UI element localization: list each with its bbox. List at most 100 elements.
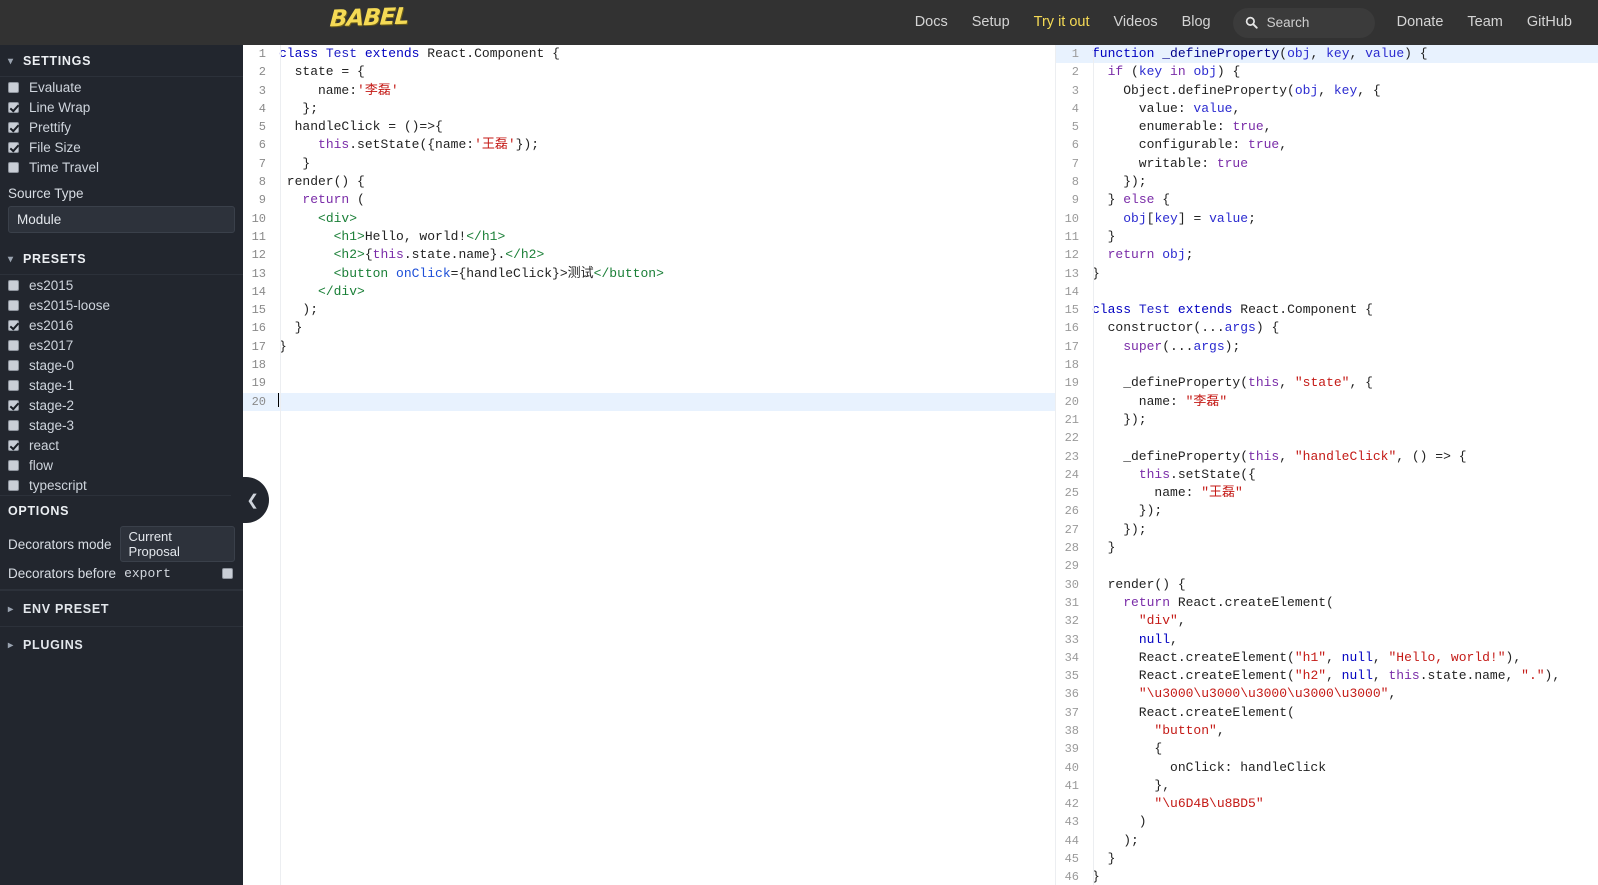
- line-number: 20: [1064, 394, 1079, 409]
- line-number: 32: [1064, 614, 1079, 629]
- section-title-plugins: PLUGINS: [23, 638, 84, 652]
- checkbox-es2015-loose[interactable]: [8, 299, 19, 311]
- setting-line-wrap[interactable]: Line Wrap: [0, 97, 243, 117]
- search-input[interactable]: Search: [1232, 7, 1375, 38]
- code-line: 22: [1056, 429, 1598, 447]
- checkbox-es2015[interactable]: [8, 279, 19, 291]
- preset-label: es2015-loose: [29, 297, 111, 313]
- checkbox-react[interactable]: [8, 439, 19, 451]
- text-cursor: [278, 392, 279, 407]
- setting-evaluate[interactable]: Evaluate: [0, 77, 243, 97]
- section-header-presets[interactable]: ▾ PRESETS: [0, 243, 243, 275]
- nav-link-github[interactable]: GitHub: [1515, 0, 1584, 45]
- line-number: 43: [1064, 815, 1079, 830]
- nav-link-docs[interactable]: Docs: [903, 0, 960, 45]
- search-icon: [1245, 16, 1258, 29]
- section-header-env-preset[interactable]: ▸ ENV PRESET: [0, 590, 243, 626]
- checkbox-prettify[interactable]: [8, 121, 19, 133]
- code-line: 15 );: [243, 301, 1055, 319]
- nav-link-team[interactable]: Team: [1455, 0, 1514, 45]
- code-line: 12 <h2>{this.state.name}.</h2>: [243, 246, 1055, 264]
- line-number: 12: [251, 248, 266, 263]
- checkbox-es2017[interactable]: [8, 339, 19, 351]
- line-number: 2: [258, 65, 266, 80]
- checkbox-decorators-before[interactable]: [222, 568, 233, 579]
- preset-label: es2016: [29, 317, 74, 333]
- section-header-settings[interactable]: ▾ SETTINGS: [0, 45, 243, 77]
- decorators-before-label: Decorators before: [8, 566, 117, 581]
- babel-logo[interactable]: BABEL: [329, 4, 409, 33]
- chevron-down-icon: ▾: [8, 253, 14, 265]
- code-line: 19: [243, 374, 1055, 392]
- code-line: 16 }: [243, 319, 1055, 337]
- code-line: 25 name: "王磊": [1056, 484, 1598, 502]
- checkbox-stage-1[interactable]: [8, 379, 19, 391]
- code-line: 27 });: [1056, 521, 1598, 539]
- code-line: 12 return obj;: [1056, 246, 1598, 264]
- source-type-select[interactable]: Module: [8, 206, 235, 233]
- line-number: 3: [258, 83, 266, 98]
- checkbox-flow[interactable]: [8, 459, 19, 471]
- gutter-divider: [280, 45, 281, 885]
- checkbox-file-size[interactable]: [8, 141, 19, 153]
- line-number: 20: [251, 394, 266, 409]
- preset-es2017[interactable]: es2017: [0, 335, 243, 355]
- preset-es2015[interactable]: es2015: [0, 275, 243, 295]
- line-number: 30: [1064, 577, 1079, 592]
- setting-prettify[interactable]: Prettify: [0, 117, 243, 137]
- line-number: 15: [1064, 303, 1079, 318]
- compiled-output-panel[interactable]: 1 function _defineProperty(obj, key, valu…: [1055, 45, 1598, 885]
- settings-sidebar: ▾ SETTINGS Evaluate Line Wrap Prettify F…: [0, 45, 243, 885]
- line-number: 5: [258, 120, 266, 135]
- search-placeholder: Search: [1266, 15, 1310, 30]
- code-line: 8 });: [1056, 173, 1598, 191]
- code-line-active: 1 function _defineProperty(obj, key, valu…: [1056, 45, 1598, 64]
- settings-options-list: Evaluate Line Wrap Prettify File Size Ti…: [0, 77, 243, 177]
- preset-stage-0[interactable]: stage-0: [0, 355, 243, 375]
- checkbox-time-travel[interactable]: [8, 161, 19, 173]
- checkbox-es2016[interactable]: [8, 319, 19, 331]
- code-line: 40 onClick: handleClick: [1056, 759, 1598, 777]
- code-line: 6 this.setState({name:'王磊'});: [243, 136, 1055, 154]
- preset-stage-3[interactable]: stage-3: [0, 415, 243, 435]
- line-number: 4: [1071, 101, 1079, 116]
- line-number: 10: [251, 211, 266, 226]
- decorators-mode-select[interactable]: Current Proposal: [119, 526, 235, 562]
- setting-time-travel[interactable]: Time Travel: [0, 157, 243, 177]
- code-line: 5 handleClick = ()=>{: [243, 118, 1055, 136]
- line-number: 26: [1064, 504, 1079, 519]
- preset-es2015-loose[interactable]: es2015-loose: [0, 295, 243, 315]
- checkbox-stage-0[interactable]: [8, 359, 19, 371]
- preset-es2016[interactable]: es2016: [0, 315, 243, 335]
- line-number: 17: [251, 339, 266, 354]
- code-line: 2 state = {: [243, 63, 1055, 81]
- checkbox-stage-3[interactable]: [8, 419, 19, 431]
- nav-link-try-it-out[interactable]: Try it out: [1022, 0, 1102, 45]
- preset-react[interactable]: react: [0, 435, 243, 455]
- code-line: 17 super(...args);: [1056, 338, 1598, 356]
- checkbox-stage-2[interactable]: [8, 399, 19, 411]
- nav-link-setup[interactable]: Setup: [960, 0, 1022, 45]
- preset-stage-1[interactable]: stage-1: [0, 375, 243, 395]
- preset-flow[interactable]: flow: [0, 455, 243, 475]
- preset-label: flow: [29, 457, 54, 473]
- line-number: 29: [1064, 559, 1079, 574]
- line-number: 40: [1064, 760, 1079, 775]
- line-number: 18: [251, 358, 266, 373]
- section-header-plugins[interactable]: ▸ PLUGINS: [0, 626, 243, 662]
- code-line: 38 "button",: [1056, 722, 1598, 740]
- checkbox-typescript[interactable]: [8, 479, 19, 491]
- setting-file-size[interactable]: File Size: [0, 137, 243, 157]
- checkbox-evaluate[interactable]: [8, 81, 19, 93]
- nav-link-blog[interactable]: Blog: [1170, 0, 1223, 45]
- nav-link-donate[interactable]: Donate: [1385, 0, 1456, 45]
- preset-stage-2[interactable]: stage-2: [0, 395, 243, 415]
- preset-typescript[interactable]: typescript: [0, 475, 243, 495]
- option-decorators-before: Decorators before export: [0, 564, 243, 583]
- line-number: 8: [258, 175, 266, 190]
- code-line: 14 </div>: [243, 283, 1055, 301]
- source-code-editor[interactable]: 1 class Test extends React.Component { 2 …: [243, 45, 1055, 885]
- section-title-options: OPTIONS: [0, 495, 243, 524]
- nav-link-videos[interactable]: Videos: [1102, 0, 1170, 45]
- checkbox-line-wrap[interactable]: [8, 101, 19, 113]
